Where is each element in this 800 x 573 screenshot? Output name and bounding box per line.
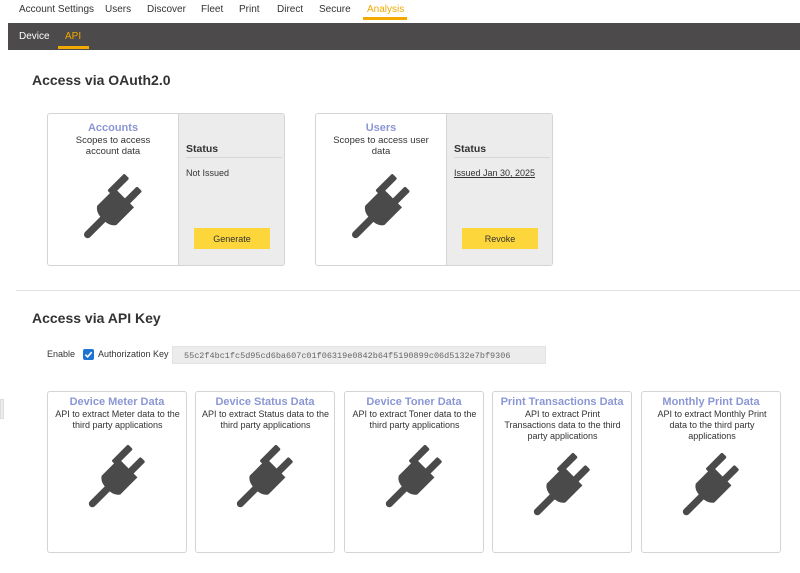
tab-account-settings[interactable]: Account Settings bbox=[19, 4, 94, 15]
authorization-key-label: Authorization Key bbox=[98, 349, 169, 359]
card-title: Monthly Print Data bbox=[662, 396, 760, 408]
checkmark-icon bbox=[84, 351, 93, 359]
enable-checkbox[interactable] bbox=[83, 349, 94, 360]
card-title: Device Toner Data bbox=[366, 396, 462, 408]
card-status-panel: Status Not Issued Generate bbox=[178, 114, 284, 265]
revoke-button[interactable]: Revoke bbox=[462, 228, 538, 249]
generate-button[interactable]: Generate bbox=[194, 228, 270, 249]
card-description: API to extract Monthly Print data to the… bbox=[657, 409, 767, 441]
tab-fleet[interactable]: Fleet bbox=[201, 4, 223, 15]
api-card-monthly-print[interactable]: Monthly Print Data API to extract Monthl… bbox=[641, 391, 781, 553]
card-description: Scopes to access user data bbox=[333, 135, 429, 157]
subtab-device[interactable]: Device bbox=[19, 31, 50, 42]
oauth-card-accounts: Accounts Scopes to access account data S… bbox=[47, 113, 285, 266]
top-navigation: Account Settings Users Discover Fleet Pr… bbox=[0, 0, 800, 23]
plug-icon bbox=[528, 448, 598, 518]
tab-direct[interactable]: Direct bbox=[277, 4, 303, 15]
card-title: Users bbox=[365, 122, 397, 134]
card-description: Scopes to access account data bbox=[75, 135, 151, 157]
tab-analysis[interactable]: Analysis bbox=[367, 4, 404, 15]
api-card-device-toner[interactable]: Device Toner Data API to extract Toner d… bbox=[344, 391, 484, 553]
sub-navigation: Device API bbox=[8, 23, 800, 50]
status-heading: Status bbox=[186, 143, 282, 158]
card-title: Device Status Data bbox=[215, 396, 315, 408]
api-card-device-status[interactable]: Device Status Data API to extract Status… bbox=[195, 391, 335, 553]
plug-icon bbox=[677, 448, 747, 518]
tab-discover[interactable]: Discover bbox=[147, 4, 186, 15]
plug-icon bbox=[380, 440, 450, 510]
card-description: API to extract Toner data to the third p… bbox=[352, 409, 477, 430]
tab-secure[interactable]: Secure bbox=[319, 4, 351, 15]
card-description: API to extract Print Transactions data t… bbox=[504, 409, 621, 441]
status-value-link[interactable]: Issued Jan 30, 2025 bbox=[454, 168, 535, 178]
plug-icon bbox=[78, 169, 150, 241]
plug-icon bbox=[83, 440, 153, 510]
card-title: Accounts bbox=[87, 122, 139, 134]
active-subtab-indicator bbox=[58, 46, 89, 49]
card-title: Device Meter Data bbox=[69, 396, 165, 408]
tab-print[interactable]: Print bbox=[239, 4, 260, 15]
card-description: API to extract Status data to the third … bbox=[201, 409, 330, 430]
status-heading: Status bbox=[454, 143, 550, 158]
api-card-device-meter[interactable]: Device Meter Data API to extract Meter d… bbox=[47, 391, 187, 553]
authorization-key-field[interactable]: 55c2f4bc1fc5d95cd6ba607c01f06319e0842b64… bbox=[172, 346, 546, 364]
card-title: Print Transactions Data bbox=[500, 396, 624, 408]
card-status-panel: Status Issued Jan 30, 2025 Revoke bbox=[446, 114, 552, 265]
subtab-api[interactable]: API bbox=[65, 31, 81, 42]
card-description: API to extract Meter data to the third p… bbox=[55, 409, 180, 430]
plug-icon bbox=[231, 440, 301, 510]
card-info: Users Scopes to access user data bbox=[316, 114, 446, 265]
section-divider bbox=[16, 290, 800, 291]
oauth-section-heading: Access via OAuth2.0 bbox=[32, 72, 171, 88]
active-tab-indicator bbox=[363, 17, 407, 20]
side-handle[interactable] bbox=[0, 399, 4, 419]
enable-label: Enable bbox=[47, 349, 76, 359]
card-info: Accounts Scopes to access account data bbox=[48, 114, 178, 265]
oauth-card-users: Users Scopes to access user data Status … bbox=[315, 113, 553, 266]
status-value: Not Issued bbox=[186, 168, 230, 178]
api-card-print-transactions[interactable]: Print Transactions Data API to extract P… bbox=[492, 391, 632, 553]
tab-users[interactable]: Users bbox=[105, 4, 131, 15]
plug-icon bbox=[346, 169, 418, 241]
apikey-section-heading: Access via API Key bbox=[32, 310, 161, 326]
